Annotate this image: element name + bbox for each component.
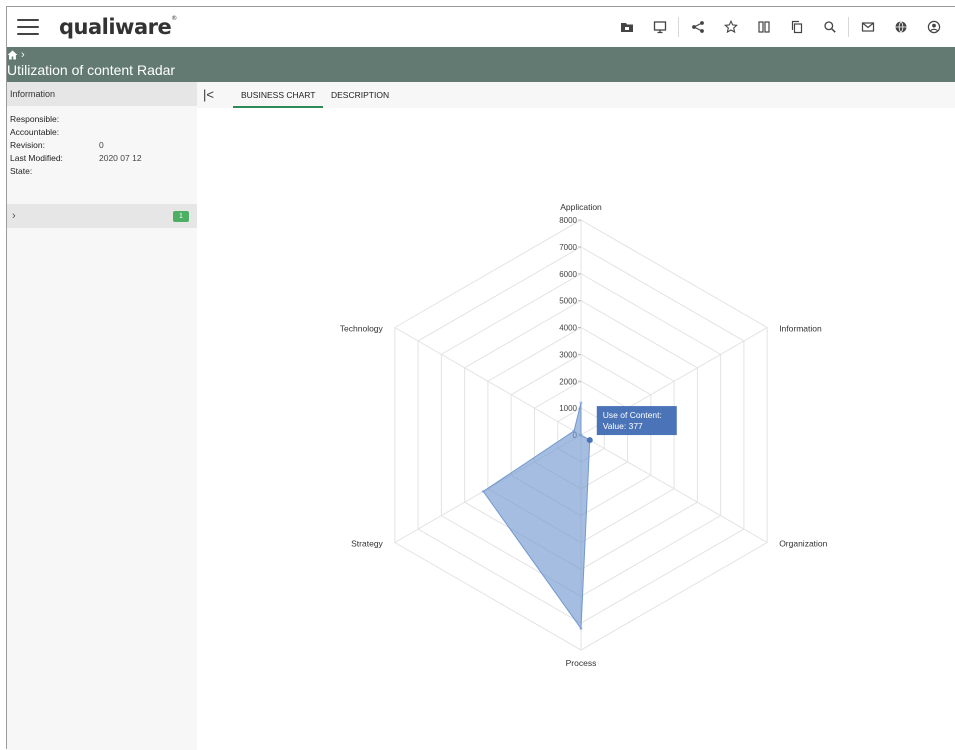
expand-row[interactable]: › 1	[7, 204, 197, 228]
series-point	[579, 433, 583, 437]
info-panel-heading: Information	[7, 82, 197, 106]
tick-label: 0	[573, 431, 578, 440]
axis-spoke	[394, 327, 582, 436]
series-point	[579, 401, 583, 405]
grid-ring	[510, 353, 652, 517]
tick-label: 7000	[559, 243, 577, 252]
series-point	[572, 429, 576, 433]
mail-icon[interactable]	[851, 7, 884, 47]
info-panel: Information Responsible: Accountable: Revi…	[7, 82, 197, 750]
book-icon[interactable]	[747, 7, 780, 47]
home-icon[interactable]	[7, 50, 18, 60]
toolbar-divider	[848, 17, 849, 37]
series-point	[481, 489, 485, 493]
breadcrumb-separator: ›	[21, 49, 25, 61]
axis-label: Strategy	[351, 539, 383, 549]
tick-label: 6000	[559, 270, 577, 279]
share-icon[interactable]	[681, 7, 714, 47]
count-badge: 1	[173, 210, 189, 222]
toolbar	[610, 7, 950, 47]
property-row: Revision: 0	[7, 139, 197, 152]
property-row: Accountable:	[7, 126, 197, 139]
tooltip-box	[596, 406, 677, 436]
axis-label: Process	[566, 658, 597, 668]
property-label: Revision:	[10, 140, 45, 150]
property-list: Responsible: Accountable: Revision: 0 Last M…	[7, 113, 197, 178]
tick-label: 1000	[559, 404, 577, 413]
tab-description[interactable]: DESCRIPTION	[331, 82, 389, 108]
user-icon[interactable]	[917, 7, 950, 47]
axis-label: Organization	[779, 539, 827, 549]
grid-ring	[394, 219, 768, 651]
grid-ring	[557, 407, 605, 463]
tick-label: 5000	[559, 297, 577, 306]
tick-label: 4000	[559, 324, 577, 333]
breadcrumb: ›	[7, 49, 25, 61]
tooltip-title: Use of Content:	[603, 410, 662, 420]
top-bar: qualiware®	[7, 7, 955, 47]
grid-ring	[417, 246, 745, 624]
tooltip-value: Value: 377	[603, 421, 643, 431]
property-label: Accountable:	[10, 127, 60, 137]
grid-ring	[440, 273, 722, 597]
search-icon[interactable]	[813, 7, 846, 47]
property-row: Last Modified: 2020 07 12	[7, 152, 197, 165]
property-row: Responsible:	[7, 113, 197, 126]
star-icon[interactable]	[714, 7, 747, 47]
property-value: 0	[99, 140, 104, 150]
globe-icon[interactable]	[884, 7, 917, 47]
tab-business-chart[interactable]: BUSINESS CHART	[233, 82, 324, 108]
tick-label: 2000	[559, 377, 577, 386]
copy-icon[interactable]	[780, 7, 813, 47]
present-icon[interactable]	[643, 7, 676, 47]
grid-ring	[464, 300, 698, 570]
app-frame: qualiware® › Utilization of content Rada…	[6, 6, 955, 750]
series-point	[579, 627, 583, 630]
axis-spoke	[394, 434, 582, 543]
tick-label: 8000	[559, 216, 577, 225]
page-header: › Utilization of content Radar	[7, 47, 955, 82]
page-title: Utilization of content Radar	[7, 62, 176, 78]
toolbar-divider	[678, 17, 679, 37]
folder-icon[interactable]	[610, 7, 643, 47]
property-row: State:	[7, 165, 197, 178]
highlight-point	[586, 437, 593, 444]
property-value: 2020 07 12	[99, 153, 142, 163]
collapse-panel-icon[interactable]: |<	[203, 87, 214, 102]
property-label: Responsible:	[10, 114, 60, 124]
axis-spoke	[580, 327, 768, 436]
series-point	[588, 438, 592, 442]
menu-icon[interactable]	[17, 19, 39, 35]
tick-label: 3000	[559, 350, 577, 359]
series-area	[482, 402, 591, 630]
app-logo[interactable]: qualiware®	[59, 15, 177, 39]
tab-bar: |< BUSINESS CHART DESCRIPTION	[197, 82, 955, 108]
property-label: Last Modified:	[10, 153, 63, 163]
grid-ring	[487, 326, 675, 544]
axis-label: Application	[560, 202, 602, 212]
axis-label: Technology	[340, 324, 384, 334]
chevron-right-icon: ›	[12, 210, 16, 222]
axis-spoke	[580, 434, 768, 543]
axis-label: Information	[779, 324, 822, 334]
property-label: State:	[10, 166, 33, 176]
grid-ring	[533, 380, 629, 490]
